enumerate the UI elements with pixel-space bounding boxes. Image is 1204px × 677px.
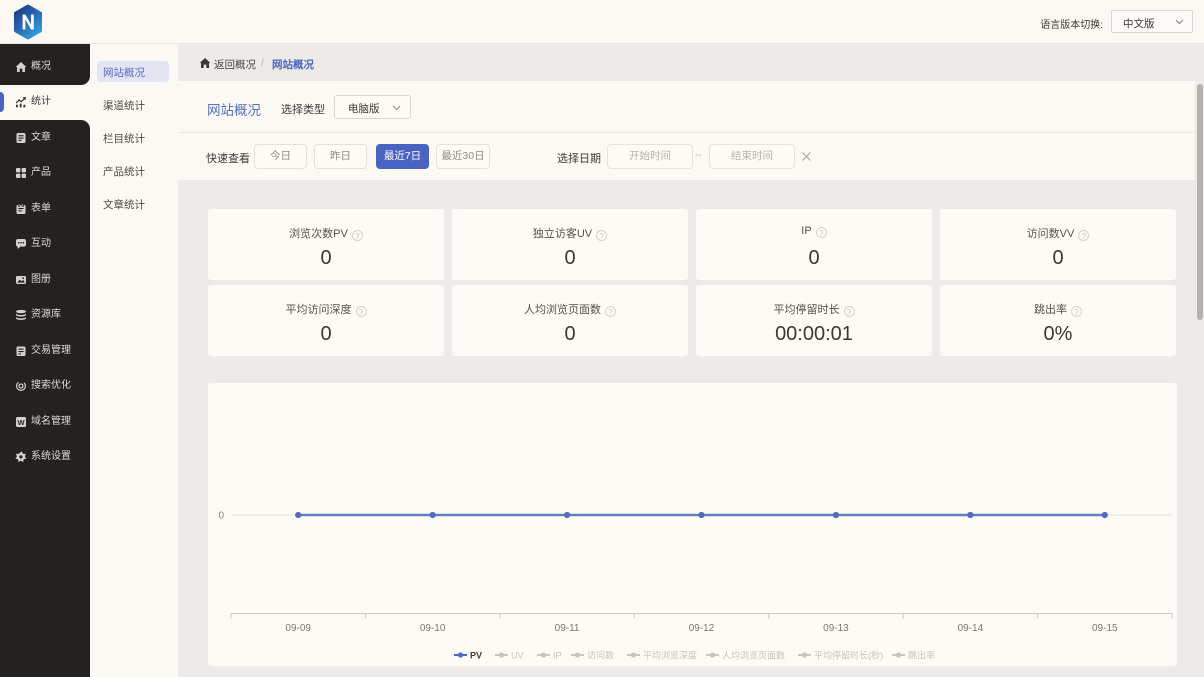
svg-text:平均停留时长(秒): 平均停留时长(秒) <box>814 650 883 661</box>
svg-text:09-10: 09-10 <box>420 623 446 634</box>
svg-text:09-11: 09-11 <box>555 623 580 634</box>
svg-text:PV: PV <box>470 651 482 661</box>
svg-text:跳出率: 跳出率 <box>908 650 935 661</box>
svg-text:09-14: 09-14 <box>958 623 984 634</box>
svg-text:人均浏览页面数: 人均浏览页面数 <box>722 650 785 661</box>
svg-text:09-13: 09-13 <box>823 623 849 634</box>
svg-text:访问数: 访问数 <box>587 650 614 661</box>
svg-text:09-15: 09-15 <box>1092 623 1118 634</box>
svg-text:09-09: 09-09 <box>285 623 311 634</box>
svg-text:UV: UV <box>511 651 524 661</box>
svg-text:0: 0 <box>218 511 224 522</box>
svg-text:W: W <box>17 418 25 427</box>
svg-text:IP: IP <box>553 651 562 661</box>
svg-text:09-12: 09-12 <box>689 623 715 634</box>
svg-text:平均浏览深度: 平均浏览深度 <box>643 650 697 661</box>
